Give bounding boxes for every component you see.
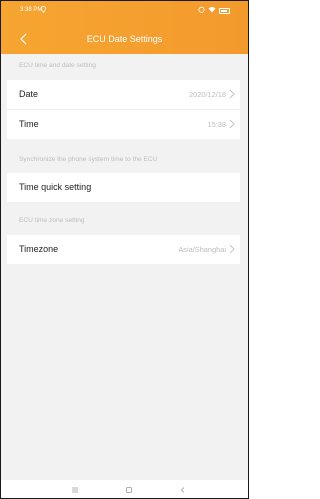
time-quick-setting-label: Time quick setting [19, 182, 92, 192]
alarm-icon [198, 6, 205, 16]
system-nav-bar [1, 480, 248, 498]
timezone-value: Asia/Shanghai [178, 245, 226, 254]
status-bar: 3:38 PM [1, 1, 248, 23]
chevron-right-icon [229, 89, 235, 99]
system-back-button[interactable] [177, 483, 189, 495]
menu-icon [72, 487, 78, 493]
section-label-sync: Synchronize the phone system time to the… [19, 156, 158, 163]
chevron-right-icon [229, 119, 235, 129]
home-button[interactable] [123, 483, 135, 495]
time-row[interactable]: Time 15:38 [7, 110, 240, 139]
page-title: ECU Date Settings [86, 34, 163, 44]
app-header: 3:38 PM ECU Date Settings [1, 1, 248, 54]
time-label: Time [19, 119, 39, 129]
menu-button[interactable] [69, 483, 81, 495]
wifi-icon [208, 6, 216, 16]
phone-screen: 3:38 PM ECU Date Settings ECU time and d… [0, 0, 249, 499]
back-icon [180, 487, 185, 493]
timezone-row[interactable]: Timezone Asia/Shanghai [7, 235, 240, 264]
home-icon [126, 487, 132, 493]
time-value: 15:38 [207, 120, 227, 129]
location-icon [41, 6, 46, 15]
date-label: Date [19, 89, 39, 99]
date-value: 2020/12/18 [189, 90, 226, 99]
status-time: 3:38 PM [20, 7, 43, 13]
section-label-timezone: ECU time zone setting [19, 217, 85, 224]
time-quick-setting-row[interactable]: Time quick setting [7, 173, 240, 202]
date-row[interactable]: Date 2020/12/18 [7, 80, 240, 109]
battery-icon [219, 8, 230, 14]
status-icons [198, 6, 230, 16]
section-label-datetime: ECU time and date setting [19, 62, 96, 69]
chevron-right-icon [229, 244, 235, 254]
timezone-label: Timezone [19, 244, 59, 254]
